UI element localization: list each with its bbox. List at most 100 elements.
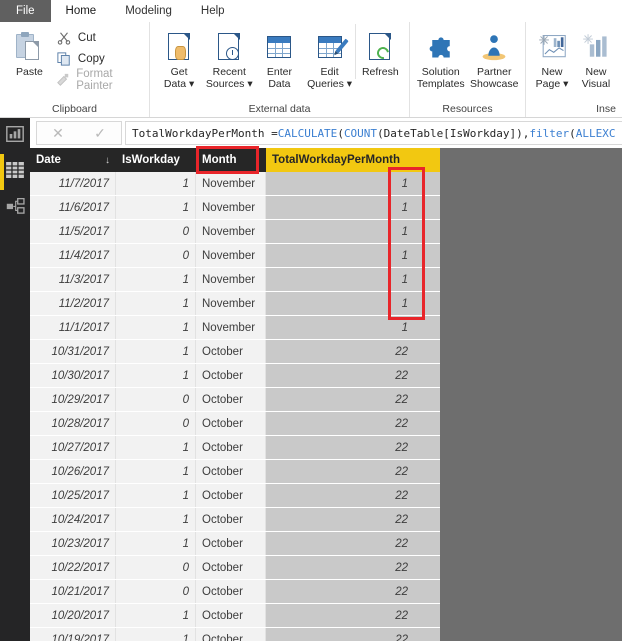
- cell-isworkday[interactable]: 0: [116, 220, 196, 243]
- tab-home[interactable]: Home: [51, 0, 112, 22]
- cell-date[interactable]: 10/21/2017: [30, 580, 116, 603]
- cell-total[interactable]: 1: [266, 316, 440, 339]
- cell-isworkday[interactable]: 1: [116, 196, 196, 219]
- column-header-date[interactable]: Date ↓: [30, 148, 116, 172]
- cell-isworkday[interactable]: 1: [116, 532, 196, 555]
- table-row[interactable]: 11/1/2017 1 November 1: [30, 316, 440, 340]
- cell-month[interactable]: November: [196, 196, 266, 219]
- table-row[interactable]: 10/26/2017 1 October 22: [30, 460, 440, 484]
- cell-isworkday[interactable]: 1: [116, 436, 196, 459]
- cell-month[interactable]: October: [196, 508, 266, 531]
- cell-total[interactable]: 22: [266, 532, 440, 555]
- cell-isworkday[interactable]: 1: [116, 460, 196, 483]
- cell-month[interactable]: October: [196, 460, 266, 483]
- cell-date[interactable]: 10/20/2017: [30, 604, 116, 627]
- cell-month[interactable]: October: [196, 436, 266, 459]
- copy-button[interactable]: Copy: [55, 49, 145, 68]
- cell-isworkday[interactable]: 1: [116, 364, 196, 387]
- cell-date[interactable]: 10/29/2017: [30, 388, 116, 411]
- cell-date[interactable]: 11/2/2017: [30, 292, 116, 315]
- cell-month[interactable]: October: [196, 628, 266, 641]
- tab-modeling[interactable]: Modeling: [111, 0, 187, 22]
- table-row[interactable]: 11/4/2017 0 November 1: [30, 244, 440, 268]
- cell-date[interactable]: 10/26/2017: [30, 460, 116, 483]
- sidebar-item-report-view[interactable]: [0, 118, 30, 154]
- formula-input[interactable]: TotalWorkdayPerMonth = CALCULATE(COUNT (D…: [125, 121, 622, 145]
- table-row[interactable]: 10/22/2017 0 October 22: [30, 556, 440, 580]
- cell-month[interactable]: November: [196, 172, 266, 195]
- cell-month[interactable]: November: [196, 244, 266, 267]
- cell-total[interactable]: 22: [266, 364, 440, 387]
- solution-templates-button[interactable]: Solution Templates: [414, 24, 468, 90]
- cell-date[interactable]: 10/30/2017: [30, 364, 116, 387]
- table-row[interactable]: 11/2/2017 1 November 1: [30, 292, 440, 316]
- cell-date[interactable]: 11/6/2017: [30, 196, 116, 219]
- tab-help[interactable]: Help: [186, 0, 240, 22]
- cell-total[interactable]: 1: [266, 268, 440, 291]
- cell-total[interactable]: 22: [266, 388, 440, 411]
- cell-total[interactable]: 1: [266, 196, 440, 219]
- recent-sources-button[interactable]: Recent Sources ▾: [204, 24, 254, 90]
- cell-date[interactable]: 11/1/2017: [30, 316, 116, 339]
- cell-total[interactable]: 22: [266, 628, 440, 641]
- cell-month[interactable]: November: [196, 220, 266, 243]
- tab-file[interactable]: File: [0, 0, 52, 22]
- cell-date[interactable]: 10/25/2017: [30, 484, 116, 507]
- new-visual-button[interactable]: New Visual: [574, 24, 618, 90]
- cell-date[interactable]: 11/3/2017: [30, 268, 116, 291]
- table-row[interactable]: 10/28/2017 0 October 22: [30, 412, 440, 436]
- cell-isworkday[interactable]: 1: [116, 340, 196, 363]
- cell-month[interactable]: October: [196, 556, 266, 579]
- table-row[interactable]: 10/30/2017 1 October 22: [30, 364, 440, 388]
- table-row[interactable]: 10/31/2017 1 October 22: [30, 340, 440, 364]
- edit-queries-button[interactable]: Edit Queries ▾: [305, 24, 355, 90]
- cell-date[interactable]: 11/4/2017: [30, 244, 116, 267]
- cell-date[interactable]: 10/31/2017: [30, 340, 116, 363]
- cell-isworkday[interactable]: 0: [116, 580, 196, 603]
- cell-date[interactable]: 10/23/2017: [30, 532, 116, 555]
- cell-date[interactable]: 11/5/2017: [30, 220, 116, 243]
- get-data-button[interactable]: Get Data ▾: [154, 24, 204, 90]
- cell-date[interactable]: 10/24/2017: [30, 508, 116, 531]
- column-header-isworkday[interactable]: IsWorkday: [116, 148, 196, 172]
- sidebar-item-data-view[interactable]: [0, 154, 30, 190]
- cell-isworkday[interactable]: 0: [116, 388, 196, 411]
- cell-isworkday[interactable]: 1: [116, 484, 196, 507]
- cell-month[interactable]: October: [196, 388, 266, 411]
- cell-total[interactable]: 22: [266, 556, 440, 579]
- refresh-button[interactable]: Refresh: [354, 24, 405, 79]
- table-row[interactable]: 10/19/2017 1 October 22: [30, 628, 440, 641]
- table-row[interactable]: 10/27/2017 1 October 22: [30, 436, 440, 460]
- cell-isworkday[interactable]: 1: [116, 292, 196, 315]
- cell-isworkday[interactable]: 1: [116, 316, 196, 339]
- table-row[interactable]: 11/6/2017 1 November 1: [30, 196, 440, 220]
- cell-total[interactable]: 1: [266, 172, 440, 195]
- formula-accept-icon[interactable]: ✓: [94, 126, 106, 140]
- cell-total[interactable]: 22: [266, 340, 440, 363]
- cell-total[interactable]: 1: [266, 292, 440, 315]
- cell-month[interactable]: October: [196, 484, 266, 507]
- format-painter-button[interactable]: Format Painter: [55, 68, 145, 92]
- sidebar-item-model-view[interactable]: [0, 190, 30, 226]
- new-page-button[interactable]: New Page ▾: [530, 24, 574, 90]
- column-header-total[interactable]: TotalWorkdayPerMonth: [266, 148, 440, 172]
- cell-date[interactable]: 10/19/2017: [30, 628, 116, 641]
- cell-isworkday[interactable]: 1: [116, 268, 196, 291]
- table-row[interactable]: 10/21/2017 0 October 22: [30, 580, 440, 604]
- cell-month[interactable]: October: [196, 532, 266, 555]
- cell-isworkday[interactable]: 1: [116, 172, 196, 195]
- column-header-month[interactable]: Month: [196, 148, 266, 172]
- cell-total[interactable]: 22: [266, 508, 440, 531]
- cell-month[interactable]: October: [196, 580, 266, 603]
- cell-isworkday[interactable]: 0: [116, 244, 196, 267]
- cell-total[interactable]: 22: [266, 460, 440, 483]
- cut-button[interactable]: Cut: [55, 28, 145, 47]
- cell-month[interactable]: October: [196, 364, 266, 387]
- cell-date[interactable]: 10/22/2017: [30, 556, 116, 579]
- paste-button[interactable]: Paste: [4, 24, 55, 79]
- cell-total[interactable]: 22: [266, 604, 440, 627]
- cell-month[interactable]: November: [196, 292, 266, 315]
- table-row[interactable]: 10/23/2017 1 October 22: [30, 532, 440, 556]
- table-row[interactable]: 10/20/2017 1 October 22: [30, 604, 440, 628]
- cell-total[interactable]: 22: [266, 412, 440, 435]
